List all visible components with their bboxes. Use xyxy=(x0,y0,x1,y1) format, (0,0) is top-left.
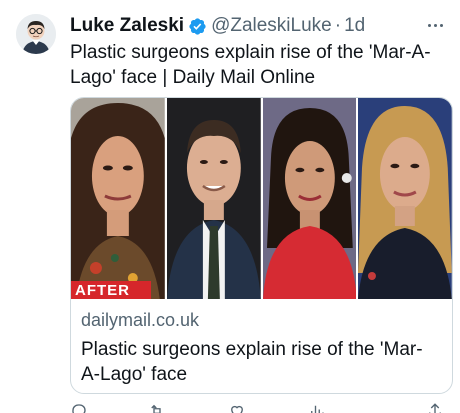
share-icon[interactable] xyxy=(426,402,444,413)
author-handle[interactable]: @ZaleskiLuke xyxy=(211,15,332,37)
tweet-header: Luke Zaleski @ZaleskiLuke · 1d xyxy=(70,14,420,38)
like-icon[interactable] xyxy=(228,402,246,413)
tweet[interactable]: Luke Zaleski @ZaleskiLuke · 1d Plastic s… xyxy=(0,0,460,413)
card-image-panel-4 xyxy=(358,98,452,299)
card-image[interactable]: AFTER xyxy=(71,98,452,299)
link-card[interactable]: AFTER dailymail.co.uk Plastic surgeons e… xyxy=(70,97,453,394)
avatar[interactable] xyxy=(16,14,56,54)
card-domain[interactable]: dailymail.co.uk xyxy=(81,310,199,331)
author-name[interactable]: Luke Zaleski xyxy=(70,15,184,37)
card-title[interactable]: Plastic surgeons explain rise of the 'Ma… xyxy=(81,337,441,387)
card-image-panel-1: AFTER xyxy=(71,98,165,299)
card-image-panel-2 xyxy=(166,98,261,299)
verified-badge-icon xyxy=(188,17,207,36)
card-image-panel-3 xyxy=(262,98,357,299)
more-options-icon[interactable] xyxy=(424,14,446,36)
reply-icon[interactable] xyxy=(70,402,88,413)
views-icon[interactable] xyxy=(308,402,326,413)
action-bar xyxy=(70,402,450,413)
retweet-icon[interactable] xyxy=(148,402,166,413)
separator-dot: · xyxy=(334,15,342,36)
tweet-text: Plastic surgeons explain rise of the 'Ma… xyxy=(70,42,431,88)
after-badge: AFTER xyxy=(71,281,151,299)
timestamp[interactable]: 1d xyxy=(344,15,365,37)
